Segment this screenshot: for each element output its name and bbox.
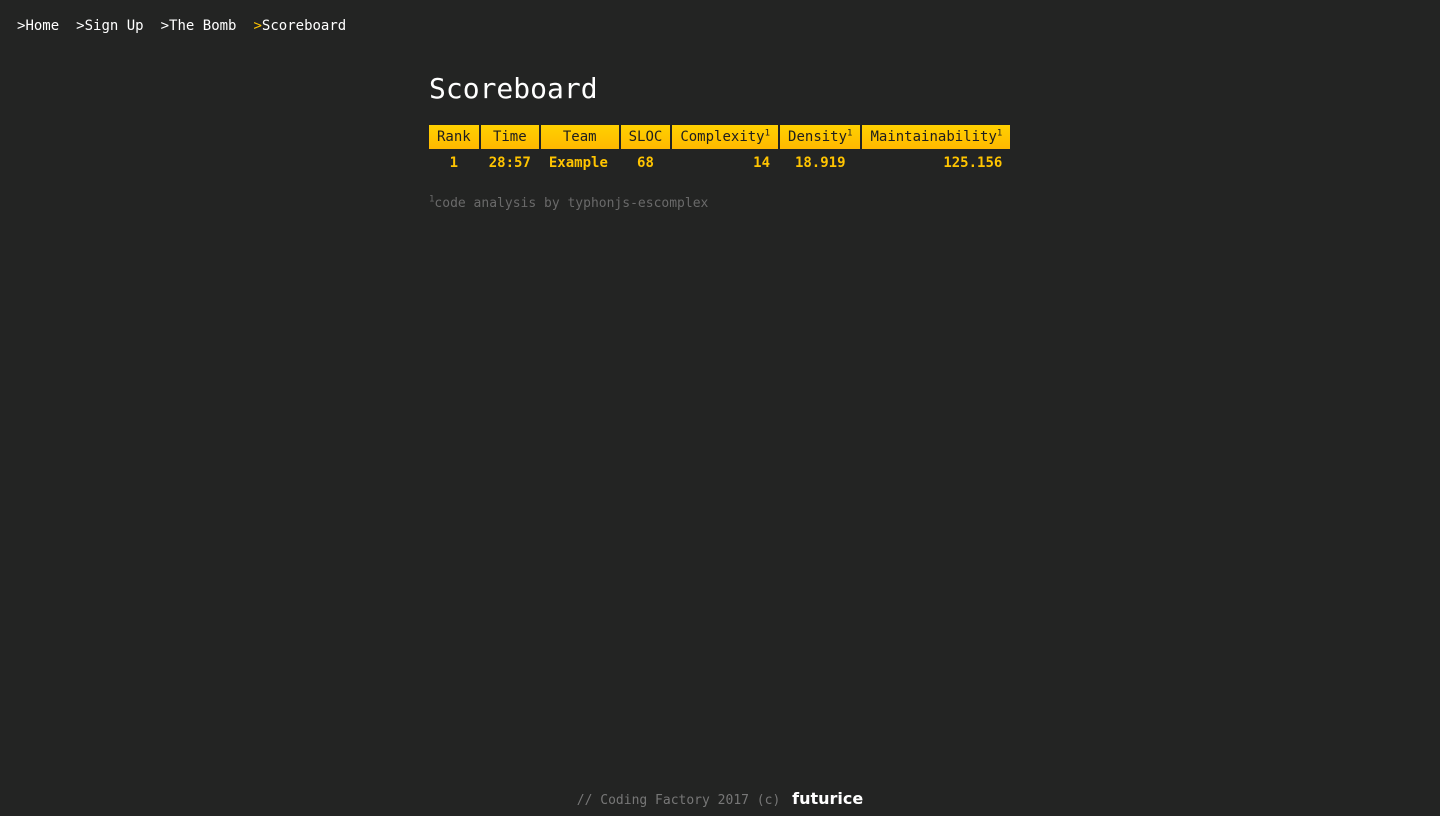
nav-label-the-bomb: The Bomb — [169, 18, 237, 34]
nav-prefix-active: > — [253, 18, 262, 34]
top-nav: >Home >Sign Up >The Bomb >Scoreboard — [17, 17, 346, 35]
footnote-marker: 1 — [847, 128, 853, 139]
column-header-team: Team — [540, 125, 619, 149]
footnote: 1code analysis by typhonjs-escomplex — [429, 195, 1019, 211]
column-header-time: Time — [480, 125, 539, 149]
table-header-row: Rank Time Team SLOC Complexity1 Density1… — [429, 125, 1011, 149]
scoreboard-table: Rank Time Team SLOC Complexity1 Density1… — [427, 125, 1012, 176]
cell-rank: 1 — [449, 154, 459, 171]
footnote-text: code analysis by typhonjs-escomplex — [434, 196, 709, 211]
table-row: 1 28:57 Example 68 14 18.919 125.156 — [429, 149, 1010, 176]
cell-sloc: 68 — [637, 154, 654, 171]
nav-link-scoreboard[interactable]: >Scoreboard — [253, 17, 346, 35]
column-header-density: Density1 — [780, 125, 861, 149]
nav-label-home: Home — [25, 18, 60, 34]
cell-complexity: 14 — [753, 154, 771, 171]
footnote-marker: 1 — [996, 128, 1003, 139]
cell-team: Example — [548, 154, 608, 171]
nav-label-sign-up: Sign Up — [84, 18, 144, 34]
nav-link-home[interactable]: >Home — [17, 17, 59, 35]
futurice-logo[interactable]: futurice — [792, 789, 863, 808]
column-header-sloc: SLOC — [620, 125, 671, 149]
cell-maintainability: 125.156 — [943, 154, 1003, 171]
footnote-marker: 1 — [764, 128, 771, 139]
column-header-rank: Rank — [429, 125, 479, 149]
column-header-complexity: Complexity1 — [672, 125, 779, 149]
column-header-maintainability: Maintainability1 — [862, 125, 1011, 149]
page-title: Scoreboard — [429, 72, 598, 105]
cell-density: 18.919 — [794, 154, 846, 171]
nav-link-the-bomb[interactable]: >The Bomb — [161, 17, 237, 35]
nav-prefix: > — [160, 18, 170, 34]
nav-label-scoreboard: Scoreboard — [261, 18, 347, 34]
footer-copyright: // Coding Factory 2017 (c) — [576, 793, 781, 808]
nav-link-sign-up[interactable]: >Sign Up — [76, 17, 143, 35]
cell-time: 28:57 — [488, 154, 531, 171]
page-footer: // Coding Factory 2017 (c) futurice — [0, 788, 1440, 812]
main-content: Scoreboard Rank Time Team SLOC Complexit… — [429, 70, 1019, 211]
nav-prefix: > — [76, 18, 85, 34]
